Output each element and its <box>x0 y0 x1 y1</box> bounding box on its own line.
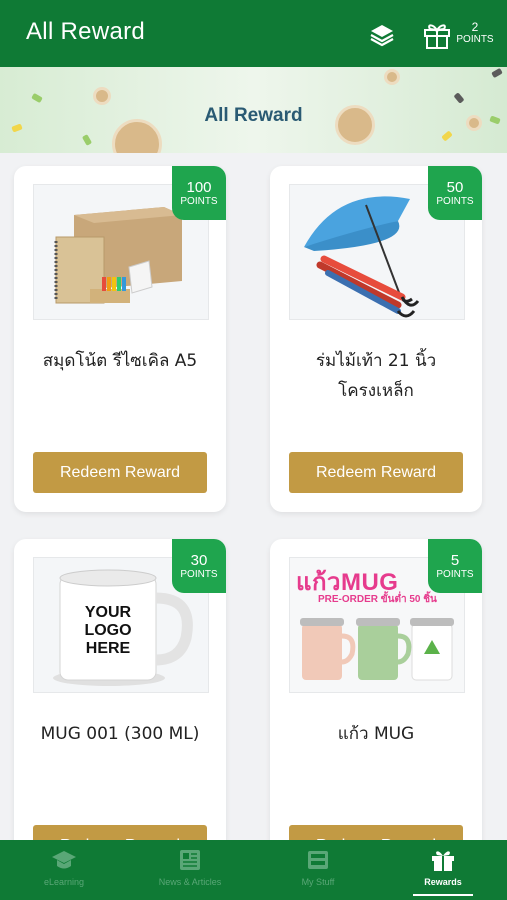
redeem-reward-button[interactable]: Redeem Reward <box>33 452 207 493</box>
points-badge: 50 POINTS <box>428 166 482 220</box>
active-tab-indicator <box>413 894 473 896</box>
reward-name: ร่มไม้เท้า 21 นิ้ว โครงเหล็ก <box>315 351 437 401</box>
reward-card[interactable]: แก้วMUG PRE-ORDER ขั้นต่ำ 50 ชิ้น 5 POIN… <box>270 539 482 885</box>
redeem-reward-button[interactable]: Redeem Reward <box>289 452 463 493</box>
page-title: All Reward <box>26 18 146 45</box>
reward-card[interactable]: 50 POINTS ร่มไม้เท้า 21 นิ้ว โครงเหล็ก R… <box>270 166 482 512</box>
points-value: 2 <box>471 20 479 34</box>
reward-name: MUG 001 (300 ML) <box>40 724 200 744</box>
badge-points-value: 30 <box>190 552 208 569</box>
nav-item-elearning[interactable]: eLearning <box>14 840 114 900</box>
points-badge: 30 POINTS <box>172 539 226 593</box>
confetti <box>31 92 43 104</box>
points-badge: 100 POINTS <box>172 166 226 220</box>
badge-points-label: POINTS <box>436 569 474 580</box>
bottom-navigation: eLearning News & Articles My Stuff Rewar… <box>0 840 507 900</box>
banner-title: All Reward <box>204 105 303 126</box>
badge-points-value: 100 <box>186 179 212 196</box>
coin-decoration <box>93 87 111 105</box>
points-label: POINTS <box>456 34 494 45</box>
nav-item-rewards[interactable]: Rewards <box>393 840 493 900</box>
rewards-banner: All Reward <box>0 67 507 153</box>
confetti <box>491 67 503 79</box>
stuff-icon <box>308 851 328 869</box>
badge-points-value: 50 <box>446 179 464 196</box>
badge-points-label: POINTS <box>180 196 218 207</box>
nav-label: Rewards <box>424 877 462 887</box>
mug-print-text: YOUR LOGO HERE <box>84 604 132 657</box>
reward-card[interactable]: 100 POINTS สมุดโน้ต รีไซเคิล A5 Redeem R… <box>14 166 226 512</box>
layers-icon[interactable] <box>369 22 395 48</box>
nav-item-my-stuff[interactable]: My Stuff <box>268 840 368 900</box>
badge-points-value: 5 <box>450 552 460 569</box>
confetti <box>441 130 453 142</box>
nav-label: My Stuff <box>301 877 335 887</box>
confetti <box>453 92 465 104</box>
graduation-cap-icon <box>52 851 76 869</box>
newspaper-icon <box>180 850 200 870</box>
badge-points-label: POINTS <box>436 196 474 207</box>
reward-card[interactable]: YOUR LOGO HERE 30 POINTS MUG 001 (300 ML… <box>14 539 226 885</box>
nav-label: eLearning <box>43 877 85 887</box>
app-header: All Reward 2 POINTS <box>0 0 507 67</box>
gift-icon[interactable] <box>422 20 452 50</box>
points-counter[interactable]: 2 POINTS <box>455 21 495 46</box>
reward-name: สมุดโน้ต รีไซเคิล A5 <box>42 351 198 371</box>
reward-name: แก้ว MUG <box>337 724 415 744</box>
coin-decoration <box>384 69 400 85</box>
nav-item-news[interactable]: News & Articles <box>140 840 240 900</box>
badge-points-label: POINTS <box>180 569 218 580</box>
points-badge: 5 POINTS <box>428 539 482 593</box>
confetti <box>81 134 93 146</box>
promo-subtitle: PRE-ORDER ขั้นต่ำ 50 ชิ้น <box>318 594 437 605</box>
nav-label: News & Articles <box>158 877 222 887</box>
gift-icon <box>432 851 454 871</box>
